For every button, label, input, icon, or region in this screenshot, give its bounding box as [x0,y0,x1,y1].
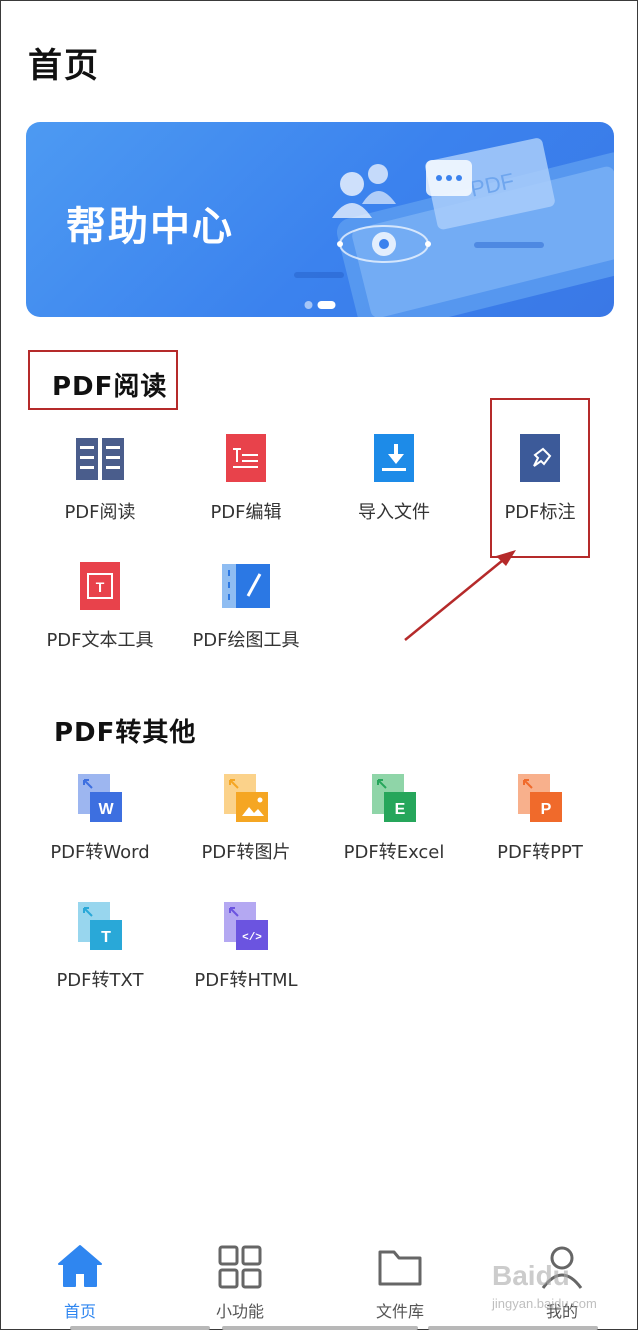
nav-label: 首页 [63,1302,96,1321]
word-icon: W [78,774,122,822]
nav-label: 小功能 [215,1302,264,1321]
svg-text:E: E [395,801,406,818]
text-tool-icon: T [80,562,120,610]
nav-tools[interactable]: 小功能 [190,1242,290,1322]
draw-tool-icon [222,564,270,608]
banner-text: 帮助中心 [66,204,234,250]
feature-pdf-to-html[interactable]: </> PDF转HTML [176,900,316,992]
home-indicator-left [70,1326,210,1330]
feature-import-file[interactable]: 导入文件 [324,432,464,524]
feature-pdf-to-image[interactable]: PDF转图片 [176,772,316,864]
banner-dot[interactable] [304,301,313,309]
feature-pdf-to-word[interactable]: W PDF转Word [30,772,170,864]
feature-pdf-read[interactable]: PDF阅读 [30,432,170,524]
grid-icon [218,1245,262,1289]
page-title: 首页 [28,46,100,86]
nav-home[interactable]: 首页 [30,1242,130,1322]
feature-label: PDF编辑 [210,502,282,523]
nav-label: 文件库 [375,1302,424,1321]
feature-label: PDF文本工具 [46,630,154,651]
feature-pdf-draw-tool[interactable]: PDF绘图工具 [176,560,316,652]
feature-label: PDF转Excel [343,842,445,863]
nav-files[interactable]: 文件库 [350,1242,450,1322]
svg-text:T: T [101,929,111,946]
feature-label: 导入文件 [358,502,430,523]
feature-label: PDF转PPT [497,842,583,863]
feature-label: PDF转TXT [56,970,144,991]
feature-label: PDF转HTML [194,970,298,991]
watermark-url: jingyan.baidu.com [492,1296,597,1311]
help-center-banner[interactable]: 帮助中心 PDF [26,122,614,317]
section-title-pdf-convert: PDF转其他 [54,718,197,748]
svg-text:W: W [98,801,114,818]
feature-pdf-to-txt[interactable]: T PDF转TXT [30,900,170,992]
svg-text:P: P [541,801,552,818]
txt-icon: T [78,902,122,950]
feature-label: PDF转Word [50,842,150,863]
feature-label: PDF转图片 [201,842,291,863]
feature-label: PDF阅读 [64,502,136,523]
import-icon [374,434,414,482]
feature-pdf-to-excel[interactable]: E PDF转Excel [324,772,464,864]
book-icon [76,438,124,480]
highlight-box-annotate [490,398,590,558]
home-indicator-mid [222,1326,418,1330]
watermark-brand: Baidu [492,1260,570,1291]
svg-text:T: T [96,579,105,595]
folder-icon [378,1250,422,1286]
excel-icon: E [372,774,416,822]
feature-label: PDF绘图工具 [192,630,300,651]
banner-dot-active[interactable] [317,301,336,309]
banner-pagination[interactable] [304,301,336,309]
edit-doc-icon [226,434,266,482]
feature-pdf-text-tool[interactable]: T PDF文本工具 [30,560,170,652]
image-icon [224,774,268,822]
svg-text:</>: </> [242,932,262,944]
banner-illustration: PDF [294,138,614,317]
ppt-icon: P [518,774,562,822]
home-indicator-right [428,1326,598,1330]
feature-pdf-to-ppt[interactable]: P PDF转PPT [470,772,610,864]
html-icon: </> [224,902,268,950]
home-icon [58,1245,102,1287]
feature-pdf-edit[interactable]: PDF编辑 [176,432,316,524]
section-title-pdf-read: PDF阅读 [52,372,168,402]
